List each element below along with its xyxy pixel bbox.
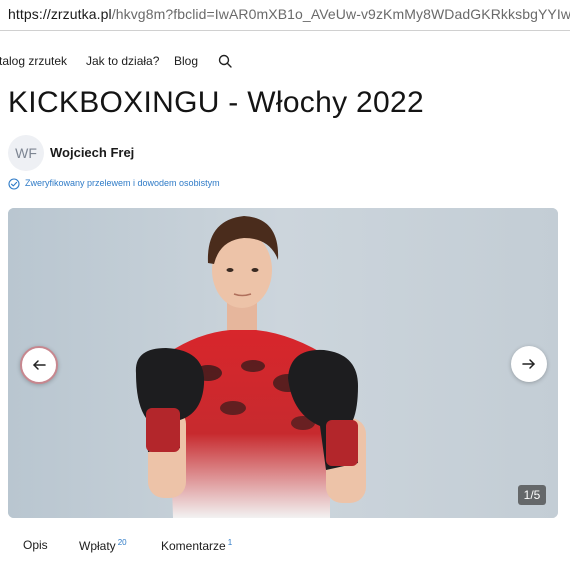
gallery-photo <box>8 208 558 518</box>
nav-link-how-it-works[interactable]: Jak to działa? <box>86 54 159 68</box>
tab-payments[interactable]: Wpłaty 20 <box>79 538 127 553</box>
address-bar[interactable]: https://zrzutka.pl/hkvg8m?fbclid=IwAR0mX… <box>0 0 570 31</box>
arrow-left-icon <box>33 360 46 370</box>
tab-count: 20 <box>117 538 127 547</box>
url-text[interactable]: https://zrzutka.pl/hkvg8m?fbclid=IwAR0mX… <box>8 6 570 22</box>
avatar[interactable]: WF <box>8 135 44 171</box>
page-title: KICKBOXINGU - Włochy 2022 <box>8 86 424 119</box>
url-host: https://zrzutka.pl <box>8 6 112 22</box>
search-icon[interactable] <box>217 53 233 69</box>
tab-comments[interactable]: Komentarze 1 <box>161 538 232 553</box>
verified-text: Zweryfikowany przelewem i dowodem osobis… <box>25 178 220 188</box>
gallery-counter: 1/5 <box>518 485 546 505</box>
nav-link-blog[interactable]: Blog <box>174 54 198 68</box>
tab-label: Komentarze <box>161 539 226 553</box>
tab-count: 1 <box>227 538 233 547</box>
author-name[interactable]: Wojciech Frej <box>50 145 134 160</box>
image-gallery[interactable] <box>8 208 558 518</box>
tab-description[interactable]: Opis <box>23 538 48 552</box>
gallery-prev-button[interactable] <box>20 346 58 384</box>
top-nav: talog zrzutek Jak to działa? Blog <box>0 54 570 70</box>
tab-label: Opis <box>23 538 48 552</box>
gallery-next-button[interactable] <box>511 346 547 382</box>
check-circle-icon <box>8 178 20 190</box>
url-path: /hkvg8m?fbclid=IwAR0mXB1o_AVeUw-v9zKmMy8… <box>111 6 570 22</box>
tab-label: Wpłaty <box>79 539 116 553</box>
content-tabs: Opis Wpłaty 20 Komentarze 1 <box>0 538 570 554</box>
arrow-right-icon <box>522 359 535 369</box>
nav-link-catalog[interactable]: talog zrzutek <box>0 54 67 68</box>
